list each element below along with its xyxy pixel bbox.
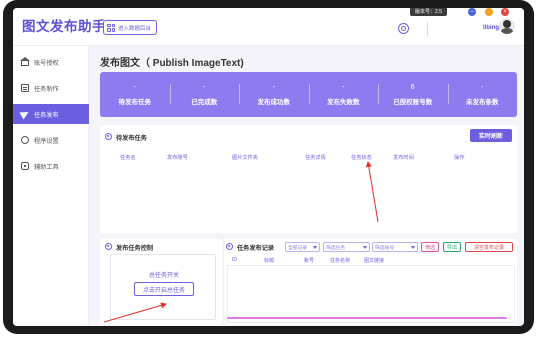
sidebar-item-account-auth[interactable]: 账号授权 xyxy=(13,52,89,72)
stat-label: 已完成数 xyxy=(191,98,218,106)
close-button[interactable]: × xyxy=(501,8,509,16)
list-icon xyxy=(21,84,29,92)
stat-label: 发布成功数 xyxy=(257,98,291,106)
grid-icon xyxy=(107,23,115,32)
publish-log-panel: 任务发布记录 全部记录 筛选任务 筛选账号 筛选 导出 清空发布记录 ID 标题… xyxy=(224,239,517,325)
maximize-button[interactable]: · xyxy=(485,8,493,16)
sidebar-item-label: 任务制作 xyxy=(34,85,59,93)
send-icon xyxy=(19,108,31,120)
log-title: 任务发布记录 xyxy=(237,245,275,252)
sidebar-item-label: 任务发布 xyxy=(34,111,59,119)
horizontal-scrollbar[interactable] xyxy=(227,317,507,319)
title-bar: 图文发布助手 进入数据后台 版本号：2.5 – · × llbing1 xyxy=(13,8,524,46)
app-title: 图文发布助手 xyxy=(22,19,106,34)
column-header: 任务详情 xyxy=(305,155,326,161)
select-value: 筛选任务 xyxy=(326,245,346,251)
sidebar: 账号授权 任务制作 任务发布 程序设置 辅助工具 xyxy=(13,46,89,326)
avatar[interactable] xyxy=(499,18,515,34)
column-header: 操作 xyxy=(454,155,465,161)
home-icon xyxy=(20,57,30,66)
task-filter-select[interactable]: 筛选任务 xyxy=(323,242,370,252)
publish-control-panel: 发布任务控制 总任务开关 点击开启总任务 xyxy=(100,239,222,325)
control-title: 发布任务控制 xyxy=(116,245,154,252)
select-value: 全部记录 xyxy=(288,245,308,251)
sidebar-item-settings[interactable]: 程序设置 xyxy=(13,130,89,150)
log-radio[interactable] xyxy=(226,243,233,250)
control-radio[interactable] xyxy=(105,243,112,250)
caret-down-icon xyxy=(313,246,317,249)
select-value: 筛选账号 xyxy=(375,245,395,251)
caret-down-icon xyxy=(411,246,415,249)
sidebar-item-label: 辅助工具 xyxy=(34,163,59,171)
export-button[interactable]: 导出 xyxy=(443,242,461,252)
page-title: 发布图文（ Publish ImageText) xyxy=(100,58,244,69)
stat-label: 待发布任务 xyxy=(118,98,152,106)
minimize-button[interactable]: – xyxy=(468,8,476,16)
app-window: 图文发布助手 进入数据后台 版本号：2.5 – · × llbing1 账号授权… xyxy=(13,8,524,326)
caret-down-icon xyxy=(363,246,367,249)
column-header: ID xyxy=(232,257,237,263)
column-header: 图片文件夹 xyxy=(232,155,258,161)
column-header: 账号 xyxy=(304,258,315,264)
sidebar-item-label: 程序设置 xyxy=(34,137,59,145)
stat-value: - xyxy=(481,83,484,91)
filter-button[interactable]: 筛选 xyxy=(421,242,439,252)
log-table xyxy=(227,265,515,323)
stat-label: 已授权账号数 xyxy=(393,98,433,106)
gear-icon xyxy=(21,136,29,144)
stat-authorized: 6 已授权账号数 xyxy=(378,72,448,117)
pending-radio[interactable] xyxy=(105,133,112,140)
column-header: 任务状态 xyxy=(351,155,372,161)
column-header: 图文链接 xyxy=(364,258,385,264)
stat-label: 未发布条数 xyxy=(466,98,499,106)
stat-unpublished: - 未发布条数 xyxy=(447,72,518,117)
sidebar-item-task-publish[interactable]: 任务发布 xyxy=(13,104,89,124)
stat-failed: - 发布失败数 xyxy=(308,72,379,117)
account-filter-select[interactable]: 筛选账号 xyxy=(372,242,418,252)
column-header: 标题 xyxy=(264,258,275,264)
stats-bar: - 待发布任务 - 已完成数 - 发布成功数 - 发布失败数 6 已授权账号数 … xyxy=(100,72,517,117)
column-header: 任务名称 xyxy=(330,258,351,264)
column-header: 任务名 xyxy=(120,155,136,161)
record-filter-select[interactable]: 全部记录 xyxy=(285,242,320,252)
settings-gear-icon[interactable] xyxy=(398,23,409,34)
stat-success: - 发布成功数 xyxy=(239,72,309,117)
sidebar-item-label: 账号授权 xyxy=(34,59,59,67)
version-label: 版本号：2.5 xyxy=(410,8,447,16)
stat-value: - xyxy=(342,83,345,91)
enter-backend-label: 进入数据后台 xyxy=(118,25,152,32)
column-header: 发布时间 xyxy=(393,155,414,161)
device-frame: 图文发布助手 进入数据后台 版本号：2.5 – · × llbing1 账号授权… xyxy=(3,0,534,334)
sidebar-item-tools[interactable]: 辅助工具 xyxy=(13,156,89,176)
master-switch-label: 总任务开关 xyxy=(148,273,179,279)
pending-title: 待发布任务 xyxy=(116,135,147,142)
stat-pending: - 待发布任务 xyxy=(100,72,170,117)
stat-value: - xyxy=(272,83,275,91)
realtime-refresh-button[interactable]: 实时刷新 xyxy=(470,129,512,142)
stat-value: 6 xyxy=(410,83,415,91)
stat-value: - xyxy=(133,83,136,91)
header-divider xyxy=(427,22,428,36)
stat-completed: - 已完成数 xyxy=(169,72,240,117)
enter-backend-button[interactable]: 进入数据后台 xyxy=(103,20,158,35)
pending-tasks-panel: 待发布任务 实时刷新 任务名 发布账号 图片文件夹 任务详情 任务状态 发布时间… xyxy=(100,125,517,233)
tool-icon xyxy=(21,162,29,170)
start-all-tasks-button[interactable]: 点击开启总任务 xyxy=(134,282,194,296)
column-header: 发布账号 xyxy=(167,155,188,161)
stat-value: - xyxy=(203,83,206,91)
stat-label: 发布失败数 xyxy=(327,98,360,106)
control-box: 总任务开关 点击开启总任务 xyxy=(110,254,216,320)
clear-log-button[interactable]: 清空发布记录 xyxy=(465,242,513,252)
sidebar-item-task-create[interactable]: 任务制作 xyxy=(13,78,89,98)
